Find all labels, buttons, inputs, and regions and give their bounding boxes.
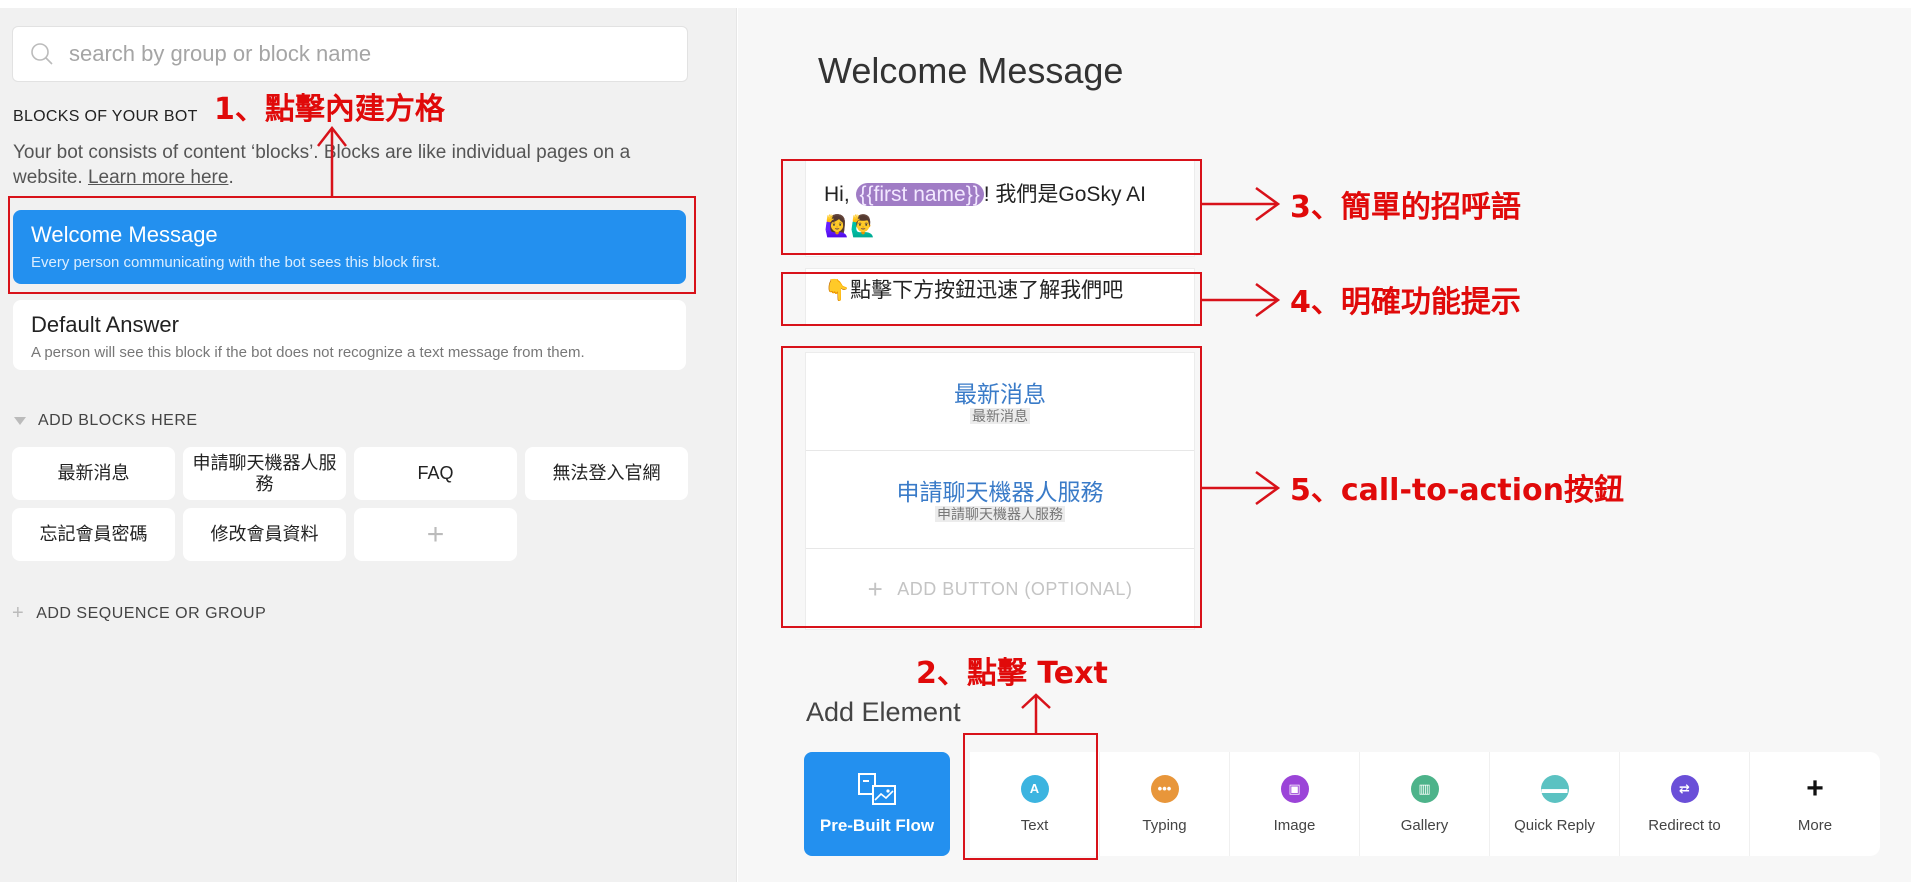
annotation-step4: 4、明確功能提示 [1290, 285, 1521, 320]
redirect-icon: ⇄ [1670, 774, 1699, 803]
add-block-button[interactable]: + [354, 508, 517, 561]
element-type-list: A Text ••• Typing ▣ Image ▥ Gallery ▬▬ Quick Repl… [970, 752, 1880, 856]
element-quick-reply-button[interactable]: ▬▬ Quick Reply [1490, 752, 1620, 856]
grid-block[interactable]: 修改會員資料 [183, 508, 346, 561]
pre-built-flow-icon [858, 773, 896, 805]
grid-block[interactable]: 忘記會員密碼 [12, 508, 175, 561]
block-default-answer[interactable]: Default Answer A person will see this bl… [13, 300, 686, 370]
element-label: Redirect to [1648, 816, 1721, 834]
image-icon: ▣ [1280, 774, 1309, 803]
search-box[interactable] [12, 26, 688, 82]
block-name: Default Answer [31, 312, 179, 337]
annotation-box-greeting [781, 159, 1202, 255]
section-title: BLOCKS OF YOUR BOT [13, 108, 198, 125]
learn-more-link[interactable]: Learn more here [88, 167, 228, 188]
element-label: More [1797, 816, 1833, 834]
plus-icon: + [12, 602, 25, 624]
annotation-box-buttons [781, 346, 1202, 628]
add-sequence-button[interactable]: + ADD SEQUENCE OR GROUP [12, 602, 266, 625]
quick-reply-icon: ▬▬ [1540, 774, 1569, 803]
annotation-step2: 2、點擊 Text [916, 656, 1108, 691]
element-more-button[interactable]: + More [1750, 752, 1880, 856]
pre-built-flow-button[interactable]: Pre-Built Flow [804, 752, 950, 856]
add-element-title: Add Element [806, 697, 961, 727]
add-blocks-label: ADD BLOCKS HERE [38, 412, 198, 429]
annotation-box-welcome [8, 196, 696, 294]
block-grid: 最新消息 申請聊天機器人服務 FAQ 無法登入官網 忘記會員密碼 修改會員資料 … [12, 447, 688, 561]
grid-block[interactable]: FAQ [354, 447, 517, 500]
element-label: Gallery [1400, 816, 1449, 834]
grid-block[interactable]: 最新消息 [12, 447, 175, 500]
element-label: Image [1273, 816, 1316, 834]
annotation-step3: 3、簡單的招呼語 [1290, 190, 1521, 225]
grid-block[interactable]: 無法登入官網 [525, 447, 688, 500]
search-input[interactable] [69, 41, 669, 67]
section-description: Your bot consists of content ‘blocks’. B… [13, 140, 693, 190]
collapse-triangle-icon [14, 417, 26, 425]
grid-block[interactable]: 申請聊天機器人服務 [183, 447, 346, 500]
element-redirect-to-button[interactable]: ⇄ Redirect to [1620, 752, 1750, 856]
annotation-box-text [963, 733, 1098, 860]
page-title[interactable]: Welcome Message [818, 50, 1123, 92]
add-sequence-label: ADD SEQUENCE OR GROUP [36, 604, 267, 622]
add-blocks-toggle[interactable]: ADD BLOCKS HERE [14, 412, 198, 430]
annotation-box-hint [781, 272, 1202, 326]
element-typing-button[interactable]: ••• Typing [1100, 752, 1230, 856]
pre-built-flow-label: Pre-Built Flow [819, 816, 935, 835]
element-label: Typing [1142, 816, 1187, 834]
element-gallery-button[interactable]: ▥ Gallery [1360, 752, 1490, 856]
element-label: Quick Reply [1514, 816, 1595, 834]
gallery-icon: ▥ [1410, 774, 1439, 803]
annotation-step5: 5、call-to-action按鈕 [1290, 473, 1624, 508]
search-icon [31, 43, 53, 65]
description-suffix: . [228, 167, 234, 188]
plus-icon: + [1806, 771, 1824, 805]
annotation-step1: 1、點擊內建方格 [214, 92, 445, 127]
typing-icon: ••• [1150, 774, 1179, 803]
blocks-sidebar: BLOCKS OF YOUR BOT Your bot consists of … [0, 8, 737, 882]
block-description: A person will see this block if the bot … [31, 344, 585, 361]
element-image-button[interactable]: ▣ Image [1230, 752, 1360, 856]
